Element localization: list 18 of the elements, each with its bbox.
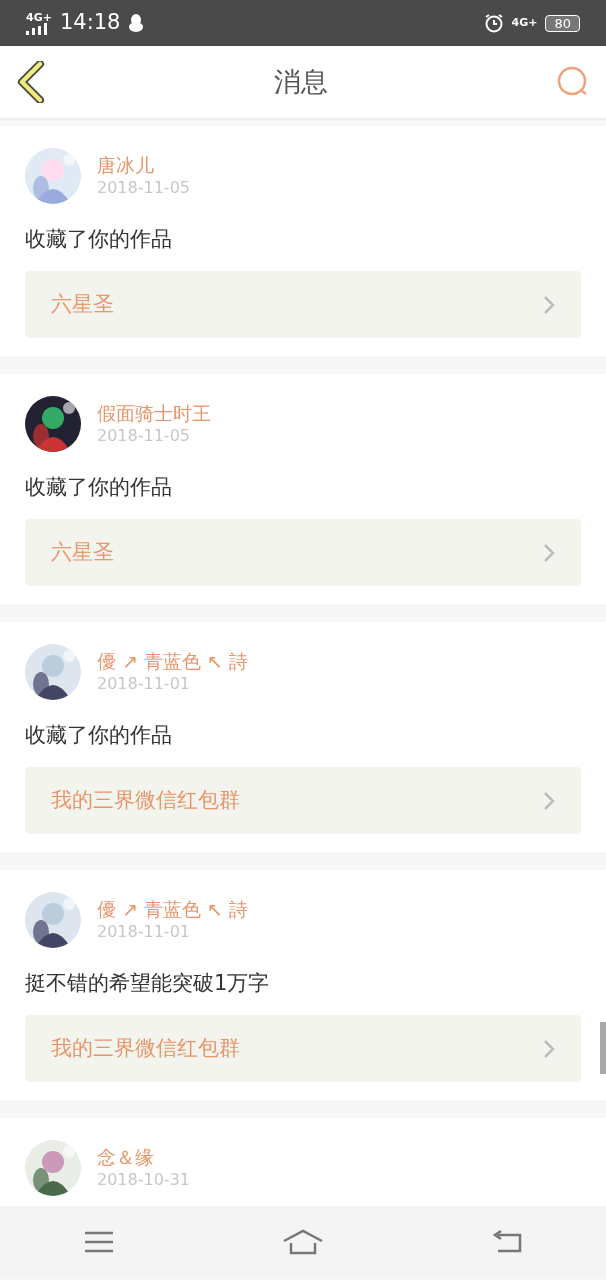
work-link[interactable]: 六星圣 (25, 519, 581, 586)
signal-indicator: 4G+ (26, 11, 52, 35)
user-name: 優 ↗ 青蓝色 ↖ 詩 (97, 649, 248, 673)
user-name: 唐冰儿 (97, 153, 155, 177)
message-text: 挺不错的希望能突破1万字 (25, 970, 271, 997)
network-indicator: 4G+ (511, 14, 538, 31)
work-link[interactable]: 我的三界微信红包群 (25, 767, 581, 834)
user-name: 優 ↗ 青蓝色 ↖ 詩 (97, 897, 248, 921)
message-text: 收藏了你的作品 (25, 474, 173, 501)
work-link[interactable]: 我的三界微信红包群 (25, 1015, 581, 1082)
status-time: 14:18 (59, 9, 121, 37)
user-name: 念＆缘 (97, 1145, 155, 1169)
battery-indicator: 80 (545, 14, 580, 32)
message-text: 收藏了你的作品 (25, 226, 173, 253)
message-text: 收藏了你的作品 (25, 722, 173, 749)
work-link[interactable]: 六星圣 (25, 271, 581, 338)
user-name: 假面骑士时王 (97, 401, 211, 425)
page-title: 消息 (274, 65, 328, 99)
